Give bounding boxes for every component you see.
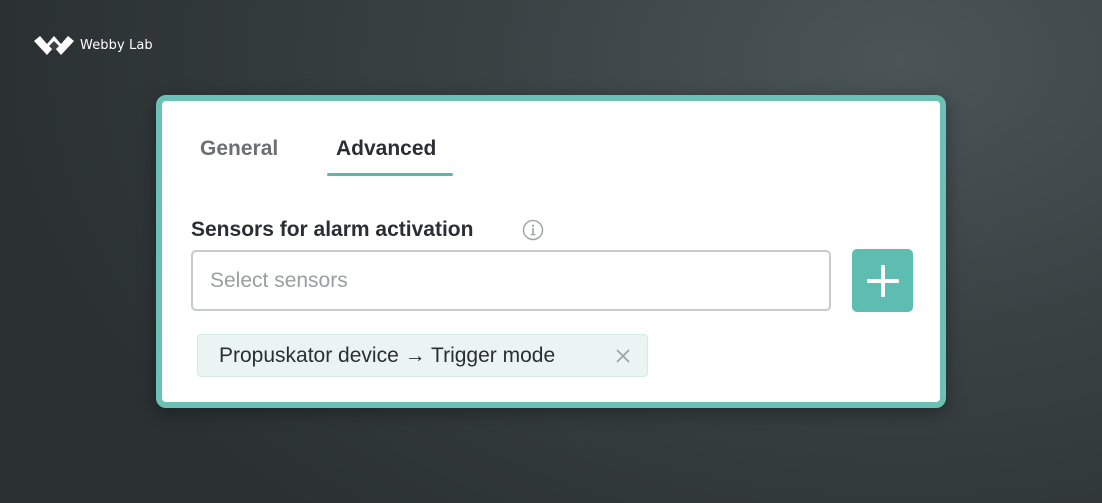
plus-icon xyxy=(866,264,900,298)
brand-name: Webby Lab xyxy=(80,37,153,53)
tab-advanced[interactable]: Advanced xyxy=(336,137,436,161)
section-label: Sensors for alarm activation xyxy=(191,218,474,241)
add-sensor-button[interactable] xyxy=(852,249,913,312)
brand: Webby Lab xyxy=(34,34,153,56)
selected-sensor-chip: Propuskator device → Trigger mode xyxy=(197,334,648,377)
sensor-select-input[interactable] xyxy=(191,250,831,311)
tab-general[interactable]: General xyxy=(200,137,278,161)
active-tab-indicator xyxy=(327,173,453,176)
chip-label: Propuskator device → Trigger mode xyxy=(219,343,556,367)
info-icon[interactable] xyxy=(522,219,544,241)
sensor-settings-card: General Advanced Sensors for alarm activ… xyxy=(156,95,946,408)
close-icon[interactable] xyxy=(613,346,633,366)
webbylab-logo-icon xyxy=(34,34,74,56)
